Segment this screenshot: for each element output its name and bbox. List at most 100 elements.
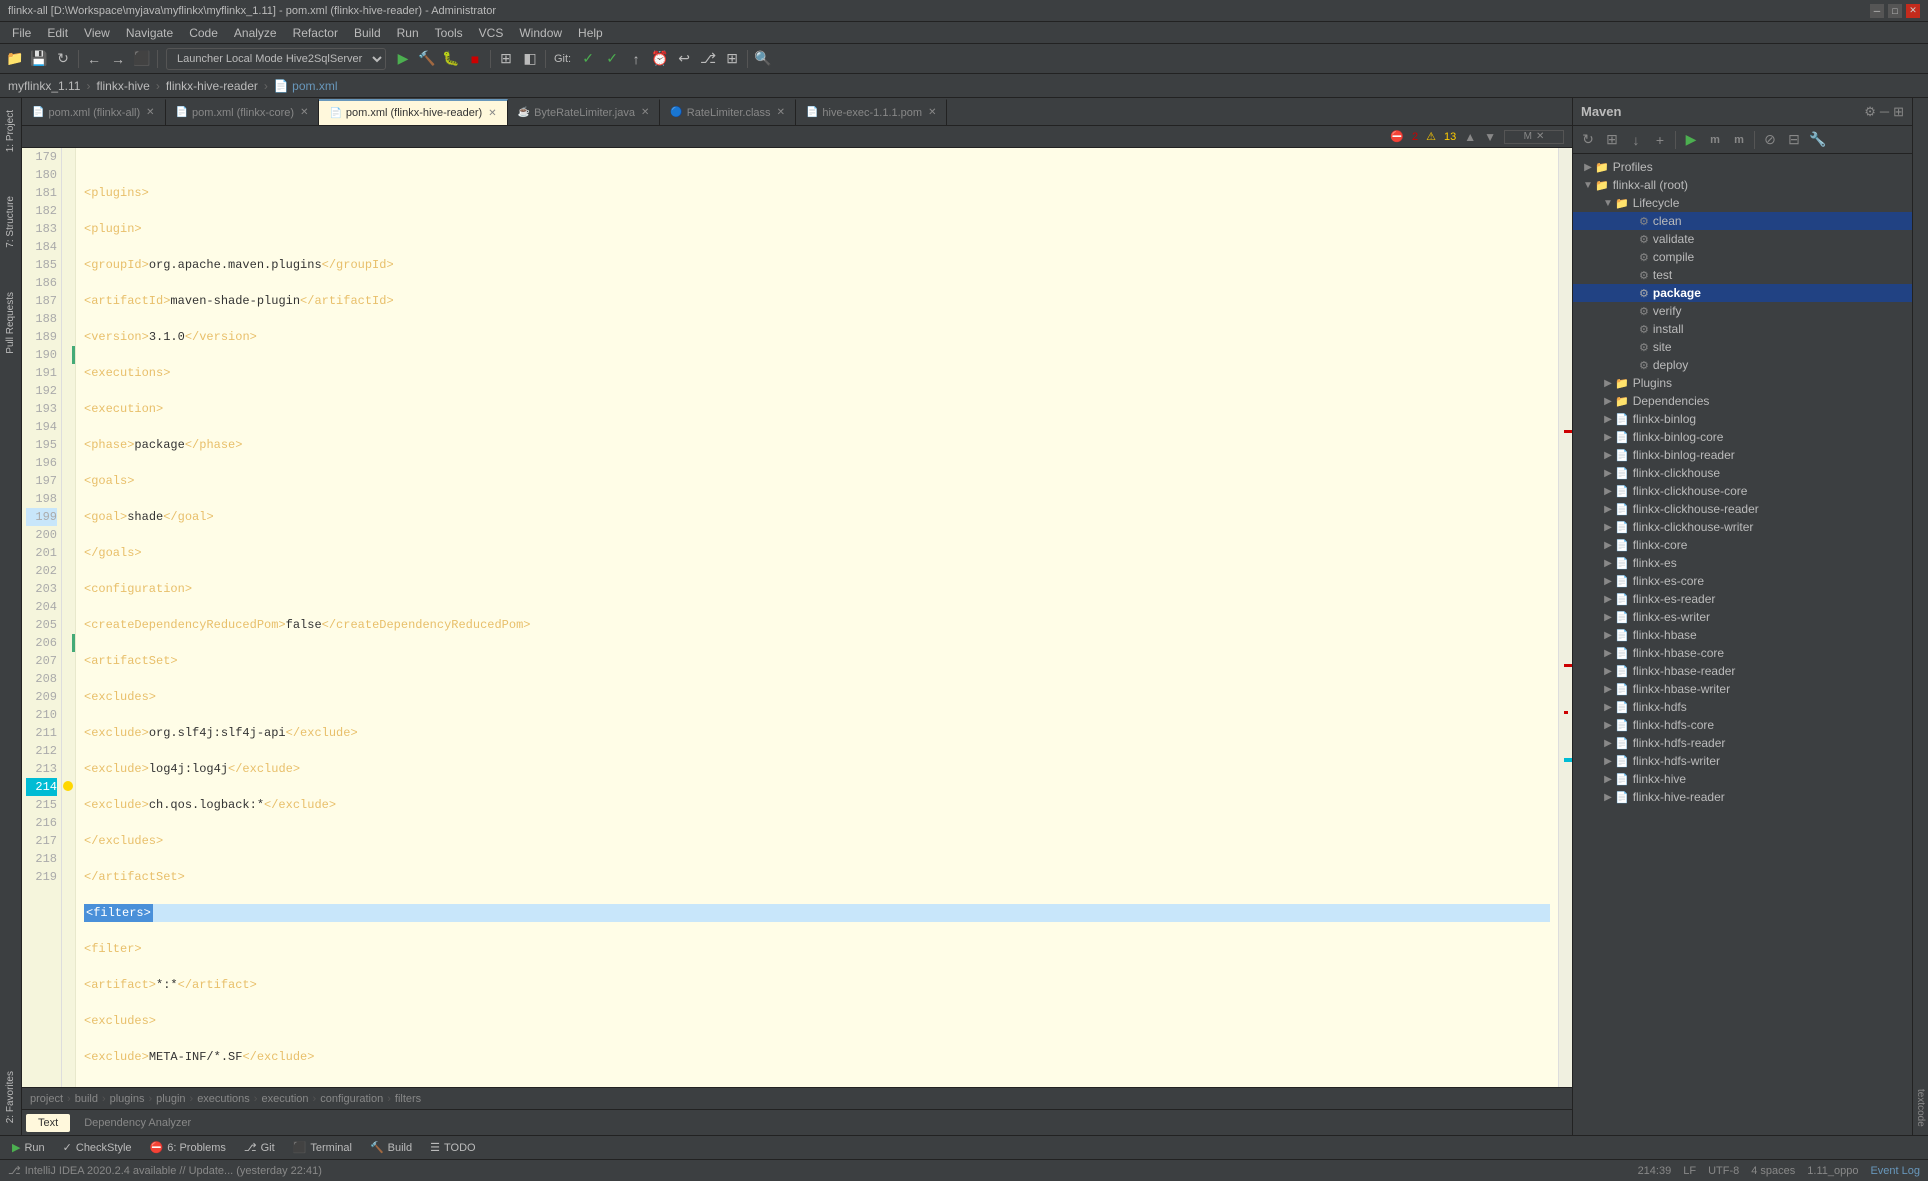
flinkx-hdfs-toggle[interactable]: ▶ [1601,702,1615,713]
tree-flinkx-clickhouse[interactable]: ▶ 📄 flinkx-clickhouse [1573,464,1912,482]
breadcrumb-configuration[interactable]: configuration [320,1093,383,1105]
tree-flinkx-es-writer[interactable]: ▶ 📄 flinkx-es-writer [1573,608,1912,626]
launcher-select[interactable]: Launcher Local Mode Hive2SqlServer [166,48,386,70]
tab-pom-flinkx-hive-reader[interactable]: 📄 pom.xml (flinkx-hive-reader) ✕ [319,99,507,125]
git-branches[interactable]: ⎇ [697,48,719,70]
sidebar-structure-label[interactable]: 7: Structure [3,188,18,256]
tree-flinkx-hbase-core[interactable]: ▶ 📄 flinkx-hbase-core [1573,644,1912,662]
maven-settings-button[interactable]: ⚙ [1864,104,1876,120]
menu-file[interactable]: File [4,24,39,42]
flinkx-hdfs-writer-toggle[interactable]: ▶ [1601,756,1615,767]
tree-site[interactable]: ⚙ site [1573,338,1912,356]
flinkx-hive-reader-toggle[interactable]: ▶ [1601,792,1615,803]
flinkx-clickhouse-core-toggle[interactable]: ▶ [1601,486,1615,497]
tree-flinkx-hive[interactable]: ▶ 📄 flinkx-hive [1573,770,1912,788]
tree-verify[interactable]: ⚙ verify [1573,302,1912,320]
menu-view[interactable]: View [76,24,118,42]
tree-profiles[interactable]: ▶ 📁 Profiles [1573,158,1912,176]
git-clock[interactable]: ⏰ [649,48,671,70]
nav-pomxml[interactable]: 📄 pom.xml [274,79,338,93]
tree-lifecycle[interactable]: ▼ 📁 Lifecycle [1573,194,1912,212]
tree-flinkx-hdfs-writer[interactable]: ▶ 📄 flinkx-hdfs-writer [1573,752,1912,770]
save-button[interactable]: 💾 [28,48,50,70]
maven-add-button[interactable]: + [1649,129,1671,151]
flinkx-binlog-toggle[interactable]: ▶ [1601,414,1615,425]
indent-setting[interactable]: 4 spaces [1751,1165,1795,1177]
maven-download-button[interactable]: ↓ [1625,129,1647,151]
flinkx-core-toggle[interactable]: ▶ [1601,540,1615,551]
menu-code[interactable]: Code [181,24,226,42]
tree-flinkx-hbase[interactable]: ▶ 📄 flinkx-hbase [1573,626,1912,644]
todo-button[interactable]: ☰ TODO [422,1139,483,1156]
tab-pom-flinkx-all[interactable]: 📄 pom.xml (flinkx-all) ✕ [22,99,166,125]
maven-collapse-button[interactable]: ⊟ [1783,129,1805,151]
flinkx-hdfs-reader-toggle[interactable]: ▶ [1601,738,1615,749]
tree-flinkx-core[interactable]: ▶ 📄 flinkx-core [1573,536,1912,554]
tree-clean[interactable]: ⚙ clean [1573,212,1912,230]
stop-button[interactable]: ■ [464,48,486,70]
tab-close-button[interactable]: ✕ [146,107,154,118]
tree-install[interactable]: ⚙ install [1573,320,1912,338]
expand-errors-up[interactable]: ▲ [1464,130,1476,144]
sidebar-favorites-label[interactable]: 2: Favorites [3,1063,18,1131]
profile-button[interactable]: ◧ [519,48,541,70]
tab-close-button3[interactable]: ✕ [488,108,496,119]
tab-close-button5[interactable]: ✕ [777,107,785,118]
flinkx-binlog-reader-toggle[interactable]: ▶ [1601,450,1615,461]
tab-hive-exec[interactable]: 📄 hive-exec-1.1.1.pom ✕ [796,99,948,125]
tree-flinkx-clickhouse-writer[interactable]: ▶ 📄 flinkx-clickhouse-writer [1573,518,1912,536]
code-editor[interactable]: <plugins> <plugin> <groupId>org.apache.m… [76,148,1558,1087]
tree-flinkx-hdfs-reader[interactable]: ▶ 📄 flinkx-hdfs-reader [1573,734,1912,752]
tree-flinkx-hdfs[interactable]: ▶ 📄 flinkx-hdfs [1573,698,1912,716]
menu-vcs[interactable]: VCS [471,24,512,42]
textcode-label[interactable]: textcode [1915,1089,1926,1127]
maven-generate-button[interactable]: ⊞ [1601,129,1623,151]
flinkx-hive-toggle[interactable]: ▶ [1601,774,1615,785]
maven-m-button[interactable]: m [1704,129,1726,151]
menu-navigate[interactable]: Navigate [118,24,181,42]
flinkx-hbase-writer-toggle[interactable]: ▶ [1601,684,1615,695]
profiles-toggle[interactable]: ▶ [1581,162,1595,173]
git-push[interactable]: ↑ [625,48,647,70]
scroll-overview[interactable] [1558,148,1572,1087]
minimize-button[interactable]: ─ [1870,4,1884,18]
maven-skip-test-button[interactable]: ⊘ [1759,129,1781,151]
git-check2[interactable]: ✓ [601,48,623,70]
tree-compile[interactable]: ⚙ compile [1573,248,1912,266]
tree-validate[interactable]: ⚙ validate [1573,230,1912,248]
checkstyle-button[interactable]: ✓ CheckStyle [55,1139,140,1156]
maven-refresh-button[interactable]: ↻ [1577,129,1599,151]
git-undo[interactable]: ↩ [673,48,695,70]
tab-pom-flinkx-core[interactable]: 📄 pom.xml (flinkx-core) ✕ [166,99,320,125]
menu-edit[interactable]: Edit [39,24,76,42]
back-button[interactable]: ← [83,48,105,70]
git-commit[interactable]: ⊞ [721,48,743,70]
sidebar-pullrequests-label[interactable]: Pull Requests [3,284,18,362]
tab-ratelimiter[interactable]: 🔵 RateLimiter.class ✕ [660,99,796,125]
cursor-position[interactable]: 214:39 [1638,1165,1672,1177]
tree-flinkx-hbase-reader[interactable]: ▶ 📄 flinkx-hbase-reader [1573,662,1912,680]
breadcrumb-filters[interactable]: filters [395,1093,421,1105]
tab-text[interactable]: Text [26,1114,70,1132]
tab-close-button4[interactable]: ✕ [641,107,649,118]
problems-button[interactable]: ⛔ 6: Problems [142,1139,234,1156]
flinkx-hbase-core-toggle[interactable]: ▶ [1601,648,1615,659]
nav-hive[interactable]: flinkx-hive [96,79,149,93]
flinkx-binlog-core-toggle[interactable]: ▶ [1601,432,1615,443]
flinkx-all-toggle[interactable]: ▼ [1581,180,1595,191]
nav-root[interactable]: myflinkx_1.11 [8,79,80,93]
tree-test[interactable]: ⚙ test [1573,266,1912,284]
tree-plugins[interactable]: ▶ 📁 Plugins [1573,374,1912,392]
menu-analyze[interactable]: Analyze [226,24,285,42]
plugins-toggle[interactable]: ▶ [1601,378,1615,389]
forward-button[interactable]: → [107,48,129,70]
nav-hive-reader[interactable]: flinkx-hive-reader [166,79,258,93]
lifecycle-toggle[interactable]: ▼ [1601,198,1615,209]
run-run-button[interactable]: ▶ Run [4,1139,53,1156]
flinkx-clickhouse-toggle[interactable]: ▶ [1601,468,1615,479]
tree-flinkx-binlog-core[interactable]: ▶ 📄 flinkx-binlog-core [1573,428,1912,446]
event-log-link[interactable]: Event Log [1870,1165,1920,1177]
menu-build[interactable]: Build [346,24,389,42]
flinkx-es-reader-toggle[interactable]: ▶ [1601,594,1615,605]
tree-deploy[interactable]: ⚙ deploy [1573,356,1912,374]
